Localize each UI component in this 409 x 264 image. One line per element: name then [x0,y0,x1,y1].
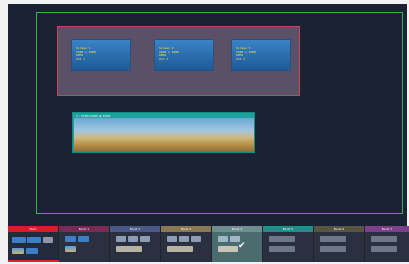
bank-2-preset-4[interactable] [116,246,142,252]
bank-5-preset-1[interactable] [269,236,295,242]
bank-bar: Main Bank 1 Bank 2 Bank 3 Bank 4 ✔ Bank … [8,226,409,262]
bank-6-preset-2[interactable] [320,246,346,252]
bank-1[interactable]: Bank 1 [59,226,110,262]
checkmark-icon: ✔ [238,241,246,251]
screen-thumbnail-3[interactable]: Screen 3 1920 x 1080 60Hz Out 3 [231,39,291,71]
bank-6-preset-1[interactable] [320,236,346,242]
bank-1-preset-1[interactable] [65,236,76,242]
bank-1-preset-3[interactable] [65,246,76,252]
bank-5[interactable]: Bank 5 [263,226,314,262]
bank-main-preset-4[interactable] [12,248,24,254]
bank-4-preset-3[interactable] [218,246,238,252]
bank-7-preset-2[interactable] [371,246,397,252]
bank-5-preset-2[interactable] [269,246,295,252]
bank-2[interactable]: Bank 2 [110,226,161,262]
screen-info-1: Screen 1 1920 x 1080 60Hz Out 1 [76,46,96,61]
bank-6[interactable]: Bank 6 [314,226,365,262]
screen-thumbnail-1[interactable]: Screen 1 1920 x 1080 60Hz Out 1 [71,39,131,71]
bank-1-preset-2[interactable] [78,236,89,242]
bank-2-preset-1[interactable] [116,236,126,242]
bank-7[interactable]: Bank 7 [365,226,409,262]
bank-2-preset-3[interactable] [140,236,150,242]
bank-main[interactable]: Main [8,226,59,262]
bank-main-preset-1[interactable] [12,237,26,243]
bank-3[interactable]: Bank 3 [161,226,212,262]
layer-panel-2 [134,118,194,152]
bank-4[interactable]: Bank 4 ✔ [212,226,263,262]
bank-3-preset-4[interactable] [167,246,193,252]
bank-main-preset-3[interactable] [43,237,53,243]
screen-info-3: Screen 3 1920 x 1080 60Hz Out 3 [236,46,256,61]
layer-panel-1 [74,118,134,152]
bank-3-preset-3[interactable] [191,236,201,242]
preview-canvas[interactable]: Screen 1 1920 x 1080 60Hz Out 1 Screen 2… [8,4,407,226]
screen-info-2: Screen 2 1920 x 1080 60Hz Out 2 [159,46,179,61]
screen-thumbnail-2[interactable]: Screen 2 1920 x 1080 60Hz Out 2 [154,39,214,71]
bank-main-preset-5[interactable] [26,248,38,254]
bank-7-preset-1[interactable] [371,236,397,242]
bank-4-preset-1[interactable] [218,236,228,242]
bank-main-preset-2[interactable] [27,237,41,243]
bank-2-preset-2[interactable] [128,236,138,242]
layer-strip[interactable]: 1 : 5760x1080 @ 60Hz [72,112,255,153]
screen-group[interactable]: Screen 1 1920 x 1080 60Hz Out 1 Screen 2… [57,26,300,96]
bank-main-active-indicator [8,260,59,262]
bank-3-preset-1[interactable] [167,236,177,242]
layer-panel-3 [194,118,254,152]
bank-3-preset-2[interactable] [179,236,189,242]
